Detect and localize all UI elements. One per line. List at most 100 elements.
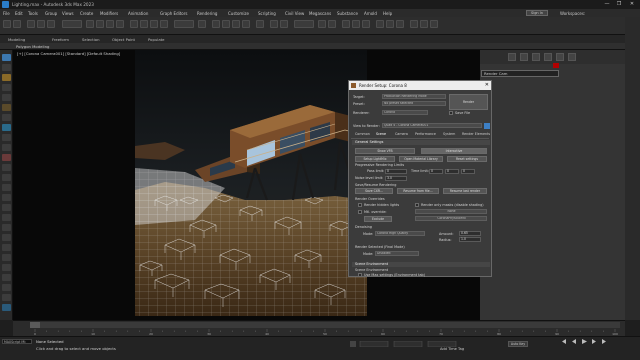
- preset-dropdown[interactable]: No preset selected: [382, 101, 446, 106]
- target-dropdown[interactable]: Production Rendering Mode: [382, 94, 446, 99]
- select-by-name-icon[interactable]: [96, 20, 104, 28]
- align-icon[interactable]: [280, 20, 288, 28]
- time-limit-seconds[interactable]: 0: [461, 169, 475, 174]
- auto-key-button[interactable]: Auto Key: [508, 341, 528, 347]
- menu-graph-editors[interactable]: Graph Editors: [160, 11, 187, 16]
- snaps-toggle-icon[interactable]: [212, 20, 220, 28]
- rendered-frame-window-icon[interactable]: [386, 20, 394, 28]
- menu-megascans[interactable]: Megascans: [309, 11, 331, 16]
- tool-icon-8[interactable]: [2, 124, 11, 131]
- tool-icon-20[interactable]: [2, 244, 11, 251]
- tool-icon-25[interactable]: [2, 294, 11, 301]
- ribbon-tab-object-paint[interactable]: Object Paint: [112, 37, 135, 42]
- view-to-render-dropdown[interactable]: Quad 4 - Corona Camera001: [382, 123, 482, 128]
- tool-icon-14[interactable]: [2, 184, 11, 191]
- minimize-button[interactable]: —: [602, 1, 612, 8]
- tool-icon-13[interactable]: [2, 174, 11, 181]
- menu-create[interactable]: Create: [80, 11, 93, 16]
- dialog-title-bar[interactable]: Render Setup: Corona 8 ✕: [349, 81, 491, 90]
- time-slider[interactable]: [30, 322, 620, 328]
- selection-filter-dropdown[interactable]: [62, 20, 82, 28]
- ribbon-subtab-polygon-modeling[interactable]: Polygon Modeling: [16, 44, 49, 49]
- denoise-mode-dropdown[interactable]: Corona High Quality: [375, 231, 425, 236]
- redo-icon[interactable]: [13, 20, 21, 28]
- tool-icon-16[interactable]: [2, 204, 11, 211]
- render-production-icon[interactable]: [396, 20, 404, 28]
- tool-icon-21[interactable]: [2, 254, 11, 261]
- save-file-checkbox[interactable]: [449, 111, 453, 115]
- tool-icon-17[interactable]: [2, 214, 11, 221]
- box-tool-icon[interactable]: [2, 74, 11, 81]
- menu-edit[interactable]: Edit: [15, 11, 23, 16]
- motion-tab-icon[interactable]: [544, 53, 552, 61]
- menu-civil-view[interactable]: Civil View: [285, 11, 304, 16]
- playback-controls[interactable]: [560, 337, 620, 346]
- maxscript-listener[interactable]: MAXScript Mi:: [2, 339, 32, 344]
- percent-snap-icon[interactable]: [232, 20, 240, 28]
- ribbon-tab-freeform[interactable]: Freeform: [52, 37, 69, 42]
- corona-toolbar-icon-2[interactable]: [420, 20, 428, 28]
- spinner-snap-icon[interactable]: [242, 20, 250, 28]
- menu-rendering[interactable]: Rendering: [197, 11, 217, 16]
- mtl-override-slot[interactable]: None: [415, 209, 487, 214]
- add-time-tag[interactable]: Add Time Tag: [440, 347, 464, 351]
- setup-lightmix-button[interactable]: Setup LightMix: [355, 156, 395, 162]
- time-slider-thumb[interactable]: [30, 322, 40, 328]
- menu-tools[interactable]: Tools: [28, 11, 38, 16]
- pass-limit-spinner[interactable]: 0: [385, 169, 407, 174]
- reference-coord-dropdown[interactable]: [174, 20, 194, 28]
- interactive-button[interactable]: Interactive: [421, 148, 487, 154]
- edit-named-selection-icon[interactable]: [256, 20, 264, 28]
- mirror-icon[interactable]: [270, 20, 278, 28]
- maximize-button[interactable]: ❐: [614, 1, 624, 8]
- exclude-material-slot[interactable]: CoronaPhysicalMtl: [415, 216, 487, 221]
- viewport-label[interactable]: [+] [Corona Camera001] [Standard] [Defau…: [17, 51, 120, 56]
- menu-arnold[interactable]: Arnold: [364, 11, 377, 16]
- menu-group[interactable]: Group: [45, 11, 57, 16]
- tab-camera[interactable]: Camera: [395, 132, 408, 136]
- exclude-button[interactable]: Exclude: [364, 216, 392, 222]
- render-hidden-lights-checkbox[interactable]: [358, 203, 362, 207]
- tab-performance[interactable]: Performance: [415, 132, 436, 136]
- tool-icon-15[interactable]: [2, 194, 11, 201]
- tool-icon-24[interactable]: [2, 284, 11, 291]
- menu-help[interactable]: Help: [383, 11, 392, 16]
- tool-icon-7[interactable]: [2, 114, 11, 121]
- schematic-view-icon[interactable]: [352, 20, 360, 28]
- corona-toolbar-icon-3[interactable]: [430, 20, 438, 28]
- utilities-tab-icon[interactable]: [568, 53, 576, 61]
- resume-from-file-button[interactable]: Resume from file...: [397, 188, 439, 194]
- time-limit-hours[interactable]: 0: [429, 169, 443, 174]
- scale-icon[interactable]: [150, 20, 158, 28]
- object-name-field[interactable]: Render Cam: [481, 70, 559, 77]
- tool-icon-5[interactable]: [2, 94, 11, 101]
- menu-modifiers[interactable]: Modifiers: [100, 11, 118, 16]
- tool-icon-18[interactable]: [2, 224, 11, 231]
- move-tool-icon[interactable]: [2, 64, 11, 71]
- reset-settings-button[interactable]: Reset settings: [447, 156, 487, 162]
- scene-environment-header[interactable]: Scene Environment: [352, 262, 490, 267]
- rect-selection-icon[interactable]: [106, 20, 114, 28]
- show-vfb-button[interactable]: Show VFB: [355, 148, 415, 154]
- corona-toolbar-icon[interactable]: [410, 20, 418, 28]
- scene-explorer-icon[interactable]: [318, 20, 326, 28]
- select-object-icon[interactable]: [86, 20, 94, 28]
- unlink-icon[interactable]: [37, 20, 45, 28]
- create-tab-icon[interactable]: [508, 53, 516, 61]
- tab-common[interactable]: Common: [355, 132, 370, 136]
- tool-icon-22[interactable]: [2, 264, 11, 271]
- menu-customize[interactable]: Customize: [228, 11, 249, 16]
- open-material-library-button[interactable]: Open Material Library: [399, 156, 443, 162]
- rotate-icon[interactable]: [140, 20, 148, 28]
- time-limit-minutes[interactable]: 0: [445, 169, 459, 174]
- save-cxr-button[interactable]: Save CXR...: [355, 188, 393, 194]
- render-only-masks-checkbox[interactable]: [415, 203, 419, 207]
- lock-view-icon[interactable]: [484, 123, 490, 129]
- tool-icon-4[interactable]: [2, 84, 11, 91]
- placement-icon[interactable]: [160, 20, 168, 28]
- menu-views[interactable]: Views: [62, 11, 74, 16]
- layer-explorer-icon[interactable]: [328, 20, 336, 28]
- bind-spacewarp-icon[interactable]: [47, 20, 55, 28]
- tool-icon-9[interactable]: [2, 134, 11, 141]
- tool-icon-26[interactable]: [2, 304, 11, 311]
